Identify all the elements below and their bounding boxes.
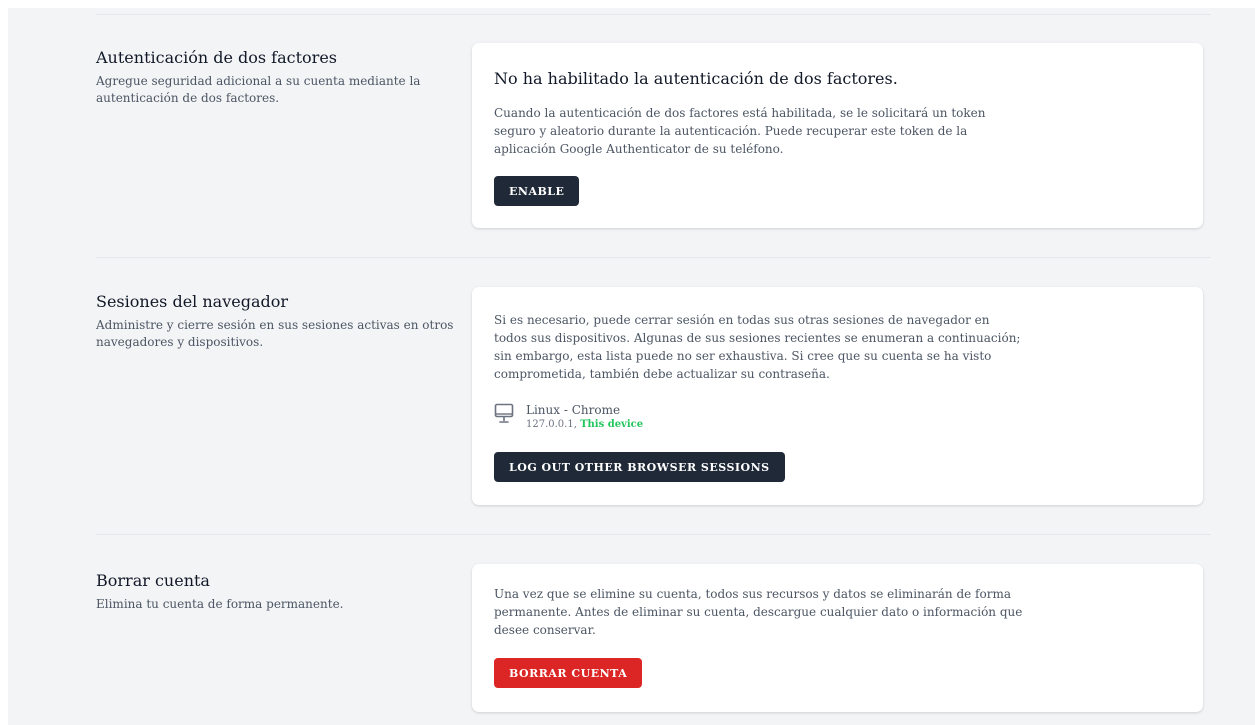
browser-sessions-summary: Sesiones del navegador Administre y cier… — [96, 292, 456, 351]
section-divider — [96, 534, 1211, 535]
session-ip: 127.0.0.1, — [526, 419, 577, 430]
session-info: Linux - Chrome 127.0.0.1, This device — [526, 403, 643, 431]
two-factor-status-heading: No ha habilitado la autenticación de dos… — [494, 69, 898, 88]
delete-account-description: Elimina tu cuenta de forma permanente. — [96, 597, 344, 611]
enable-two-factor-button[interactable]: ENABLE — [494, 176, 580, 206]
session-item: Linux - Chrome 127.0.0.1, This device — [494, 403, 643, 431]
browser-sessions-card: Si es necesario, puede cerrar sesión en … — [472, 287, 1203, 505]
session-meta: 127.0.0.1, This device — [526, 418, 643, 431]
two-factor-explanation: Cuando la autenticación de dos factores … — [494, 106, 986, 156]
browser-sessions-description: Administre y cierre sesión en sus sesion… — [96, 318, 454, 349]
delete-account-explanation: Una vez que se elimine su cuenta, todos … — [494, 587, 1023, 637]
two-factor-title: Autenticación de dos factores — [96, 48, 337, 67]
delete-account-button[interactable]: BORRAR CUENTA — [494, 658, 643, 688]
current-device-badge: This device — [580, 419, 644, 430]
delete-account-title: Borrar cuenta — [96, 571, 210, 590]
browser-sessions-title: Sesiones del navegador — [96, 292, 289, 311]
delete-account-summary: Borrar cuenta Elimina tu cuenta de forma… — [96, 571, 456, 613]
two-factor-description: Agregue seguridad adicional a su cuenta … — [96, 74, 421, 105]
session-device-name: Linux - Chrome — [526, 403, 621, 417]
delete-account-card: Una vez que se elimine su cuenta, todos … — [472, 564, 1203, 712]
browser-sessions-explanation: Si es necesario, puede cerrar sesión en … — [494, 313, 1021, 381]
logout-other-sessions-button[interactable]: LOG OUT OTHER BROWSER SESSIONS — [494, 452, 785, 482]
section-divider — [96, 14, 1211, 15]
two-factor-summary: Autenticación de dos factores Agregue se… — [96, 48, 456, 107]
desktop-monitor-icon — [494, 403, 514, 425]
two-factor-card: No ha habilitado la autenticación de dos… — [472, 43, 1203, 228]
profile-settings-page: Autenticación de dos factores Agregue se… — [8, 8, 1255, 725]
section-divider — [96, 257, 1211, 258]
